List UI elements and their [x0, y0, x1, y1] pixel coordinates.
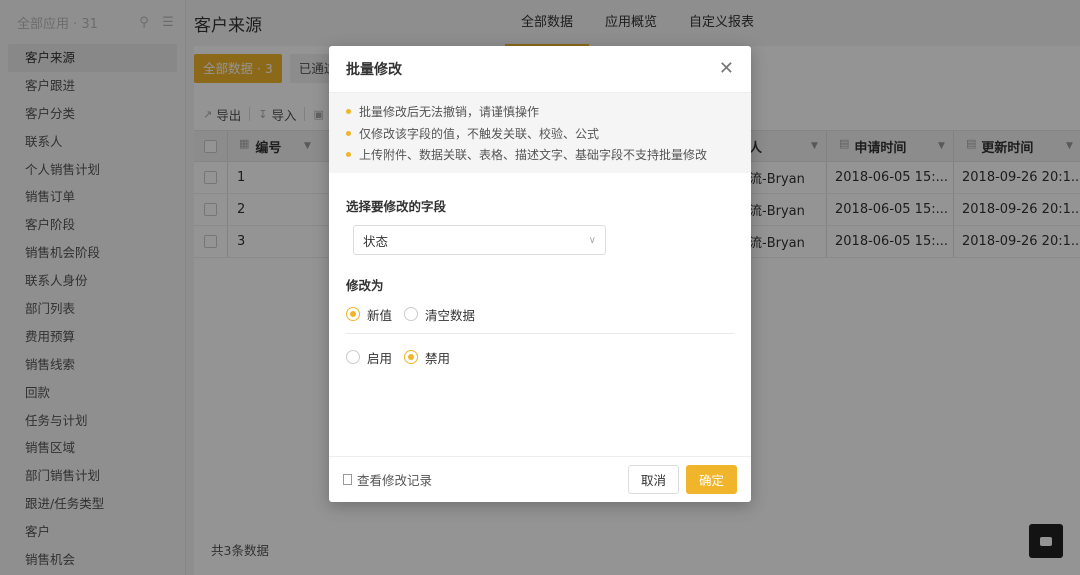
notice-text: 仅修改该字段的值，不触发关联、校验、公式 [359, 126, 600, 141]
radio-clear-data[interactable]: 清空数据 [404, 305, 475, 324]
dialog-footer: 查看修改记录 取消 确定 [329, 456, 751, 502]
radio-clear-data-label: 清空数据 [425, 307, 476, 323]
radio-circle-checked [404, 350, 419, 364]
radio-new-value[interactable]: 新值 [346, 305, 392, 324]
dialog-notice: 批量修改后无法撤销，请谨慎操作 仅修改该字段的值，不触发关联、校验、公式 上传附… [329, 93, 751, 173]
radio-enable-label: 启用 [367, 350, 393, 366]
dialog-header: 批量修改 ✕ [329, 46, 751, 93]
field-select[interactable]: 状态 ∨ [353, 225, 606, 255]
status-value-radio-group: 启用 禁用 [346, 347, 734, 367]
radio-disable[interactable]: 禁用 [404, 348, 450, 367]
view-change-log-link[interactable]: 查看修改记录 [343, 470, 628, 489]
change-to-label: 修改为 [346, 278, 384, 293]
divider [346, 333, 734, 334]
change-mode-radio-group: 新值 清空数据 [346, 304, 734, 324]
close-icon[interactable]: ✕ [719, 60, 734, 78]
radio-circle [346, 350, 360, 364]
radio-new-value-label: 新值 [367, 307, 393, 323]
radio-circle-checked [346, 307, 360, 321]
bullet-dot [346, 109, 351, 115]
notice-text: 批量修改后无法撤销，请谨慎操作 [359, 105, 540, 120]
notice-item: 仅修改该字段的值，不触发关联、校验、公式 [346, 123, 734, 145]
notice-item: 上传附件、数据关联、表格、描述文字、基础字段不支持批量修改 [346, 144, 734, 166]
cancel-button[interactable]: 取消 [628, 465, 679, 494]
document-icon [343, 474, 352, 485]
notice-text: 上传附件、数据关联、表格、描述文字、基础字段不支持批量修改 [359, 148, 708, 163]
batch-edit-dialog: 批量修改 ✕ 批量修改后无法撤销，请谨慎操作 仅修改该字段的值，不触发关联、校验… [329, 46, 751, 502]
chevron-down-icon: ∨ [588, 234, 596, 246]
radio-enable[interactable]: 启用 [346, 348, 392, 367]
bullet-dot [346, 152, 351, 158]
radio-disable-label: 禁用 [425, 350, 451, 366]
radio-circle [404, 307, 419, 321]
field-select-value: 状态 [363, 233, 389, 249]
notice-item: 批量修改后无法撤销，请谨慎操作 [346, 101, 734, 123]
bullet-dot [346, 130, 351, 136]
field-select-label: 选择要修改的字段 [346, 199, 447, 214]
dialog-body: 选择要修改的字段 状态 ∨ 修改为 新值 清空数据 启用 禁用 [329, 196, 751, 367]
confirm-button[interactable]: 确定 [686, 465, 737, 494]
view-change-log-label: 查看修改记录 [357, 473, 433, 488]
dialog-title: 批量修改 [346, 62, 402, 78]
